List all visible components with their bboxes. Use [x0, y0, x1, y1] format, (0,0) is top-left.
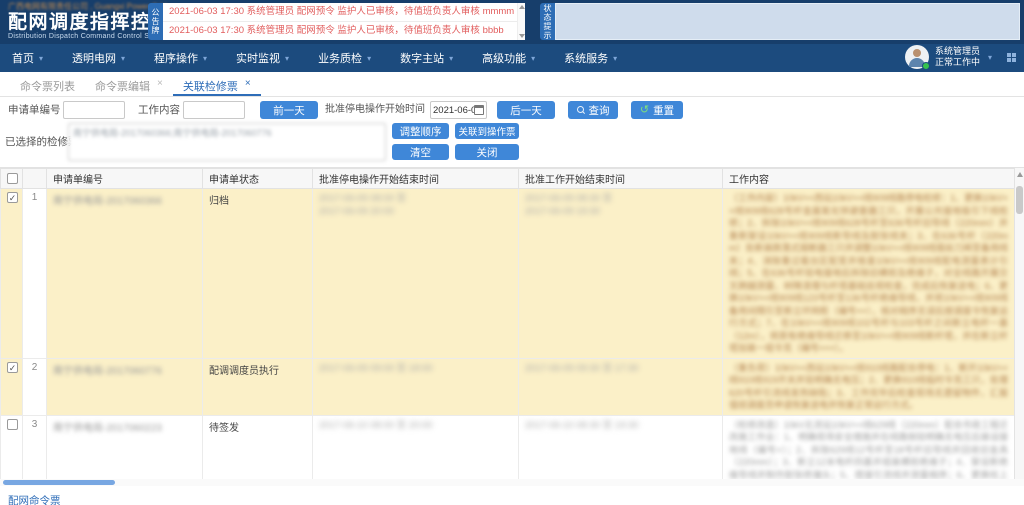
scrollbar-thumb[interactable]	[1016, 186, 1023, 214]
select-all-checkbox[interactable]	[7, 173, 18, 184]
app-header: 广西电网有限责任公司 , Guangxi Power Grid 配网调度指挥控制…	[0, 0, 1024, 44]
footer: 配网命令票	[0, 486, 1024, 505]
row-checkbox[interactable]	[7, 419, 18, 430]
chevron-down-icon: ▾	[367, 54, 371, 63]
filter-panel: 申请单编号 工作内容 前一天 批准停电操作开始时间 后一天 查询 ↺ 重置 已选…	[0, 97, 1024, 167]
ticket-no-input[interactable]	[63, 101, 125, 119]
work-time: 2017-06-09 08:30 至 2017-06-09 19:30	[525, 193, 612, 217]
scrollbar-thumb[interactable]	[3, 480, 115, 485]
prev-day-button[interactable]: 前一天	[260, 101, 318, 119]
close-icon[interactable]: ×	[245, 78, 251, 94]
work-time: 2017-06-10 08:30 至 19:30	[525, 420, 639, 431]
chevron-down-icon: ▾	[121, 54, 125, 63]
close-button[interactable]: 关闭	[455, 144, 519, 160]
search-icon	[577, 106, 585, 114]
row-checkbox[interactable]	[7, 192, 18, 203]
table-row[interactable]: 2 南宁供电局-2017060776 配调调度员执行 2017-06-09 09…	[1, 358, 1015, 415]
calendar-icon[interactable]	[474, 105, 484, 115]
nav-item-advanced[interactable]: 高级功能▾	[482, 50, 535, 66]
date-input-wrap	[430, 101, 487, 119]
announcement-board: 2021-06-03 17:30 系统管理员 配网预令 监护人已审核，待值班负责…	[163, 3, 525, 40]
table-header-row: 申请单编号 申请单状态 批准停电操作开始结束时间 批准工作开始结束时间 工作内容	[1, 169, 1015, 189]
avatar	[905, 45, 929, 69]
chevron-down-icon: ▾	[531, 54, 535, 63]
col-ticket-status: 申请单状态	[203, 169, 313, 189]
scroll-up-icon[interactable]	[1017, 172, 1023, 177]
reset-icon: ↺	[640, 105, 649, 115]
work-content-input[interactable]	[183, 101, 245, 119]
announcement-item[interactable]: 2021-06-03 17:30 系统管理员 配网预令 监护人已审核，待值班负责…	[163, 21, 525, 39]
stop-time: 2017-06-09 09:00 至 18:00	[319, 363, 433, 374]
work-content: （重负荷）10kV××西站10kV××线910线路配合停电：1、断开10kV××…	[729, 362, 1008, 412]
work-content: （工作内容）10kV××西站10kV××线909线路停电检修：1、更换10kV×…	[729, 192, 1008, 355]
chevron-down-icon[interactable]: ▾	[988, 53, 992, 62]
date-input[interactable]	[433, 105, 474, 116]
chevron-down-icon: ▾	[613, 54, 617, 63]
ticket-status: 归档	[203, 189, 313, 359]
table-horizontal-scrollbar[interactable]	[0, 479, 1024, 486]
stop-time: 2017-06-10 08:00 至 20:00	[319, 420, 433, 431]
app-grid-icon[interactable]	[1007, 53, 1016, 62]
query-button[interactable]: 查询	[568, 101, 618, 119]
date-filter-label: 批准停电操作开始时间	[325, 101, 425, 119]
user-status: 正常工作中	[935, 57, 980, 68]
ticket-number: 南宁供电局-2017060223	[53, 423, 162, 434]
chevron-down-icon: ▾	[449, 54, 453, 63]
nav-item-digital-station[interactable]: 数字主站▾	[400, 50, 453, 66]
scroll-down-icon[interactable]	[519, 34, 525, 38]
online-status-dot	[922, 62, 930, 70]
work-time: 2017-06-09 09:30 至 17:30	[525, 363, 639, 374]
ticket-number: 南宁供电局-2017060776	[53, 366, 162, 377]
announcement-scrollbar[interactable]	[517, 3, 525, 40]
chevron-down-icon: ▾	[285, 54, 289, 63]
next-day-button[interactable]: 后一天	[497, 101, 555, 119]
nav-item-transparent-grid[interactable]: 透明电网▾	[72, 50, 125, 66]
work-content-label: 工作内容	[138, 101, 180, 119]
user-menu[interactable]: 系统管理员 正常工作中 ▾	[905, 45, 996, 69]
status-tips-panel	[555, 3, 1020, 40]
adjust-order-button[interactable]: 调整顺序	[392, 123, 449, 139]
maintenance-ticket-table: 申请单编号 申请单状态 批准停电操作开始结束时间 批准工作开始结束时间 工作内容…	[0, 167, 1024, 479]
ticket-status: 配调调度员执行	[203, 358, 313, 415]
col-ticket-no: 申请单编号	[47, 169, 203, 189]
chevron-down-icon: ▾	[203, 54, 207, 63]
ticket-number: 南宁供电局-2017060366	[53, 196, 162, 207]
ticket-status: 待签发	[203, 415, 313, 479]
nav-item-realtime-monitor[interactable]: 实时监视▾	[236, 50, 289, 66]
ticket-no-label: 申请单编号	[8, 101, 61, 119]
tab-command-ticket-edit[interactable]: 命令票编辑 ×	[85, 72, 173, 96]
selected-tickets-textarea[interactable]: 南宁供电局-2017060366;南宁供电局-2017060776	[68, 123, 386, 161]
nav-item-program-ops[interactable]: 程序操作▾	[154, 50, 207, 66]
tab-linked-maintenance-ticket[interactable]: 关联检修票 ×	[173, 72, 261, 96]
main-navbar: 首页▾ 透明电网▾ 程序操作▾ 实时监视▾ 业务质检▾ 数字主站▾ 高级功能▾ …	[0, 44, 1024, 72]
workspace-tabbar: 命令票列表 命令票编辑 × 关联检修票 ×	[0, 72, 1024, 97]
status-tips-tab[interactable]: 状态提示	[540, 3, 555, 40]
scroll-up-icon[interactable]	[519, 5, 525, 9]
col-work-content: 工作内容	[723, 169, 1015, 189]
reset-button[interactable]: ↺ 重置	[631, 101, 683, 119]
announcement-board-tab[interactable]: 公告牌	[148, 3, 163, 40]
clear-button[interactable]: 清空	[392, 144, 449, 160]
footer-link-command-ticket[interactable]: 配网命令票	[8, 495, 61, 505]
close-icon[interactable]: ×	[157, 78, 163, 96]
nav-item-system-service[interactable]: 系统服务▾	[564, 50, 617, 66]
link-to-operation-ticket-button[interactable]: 关联到操作票	[455, 123, 519, 139]
chevron-down-icon: ▾	[39, 54, 43, 63]
stop-time: 2017-06-09 08:00 至 2017-06-09 20:00	[319, 193, 406, 217]
nav-item-business-qc[interactable]: 业务质检▾	[318, 50, 371, 66]
user-name: 系统管理员	[935, 46, 980, 57]
nav-item-home[interactable]: 首页▾	[12, 50, 43, 66]
col-stop-time: 批准停电操作开始结束时间	[313, 169, 519, 189]
announcement-item[interactable]: 2021-06-03 17:30 系统管理员 配网预令 监护人已审核，待值班负责…	[163, 3, 525, 21]
col-work-time: 批准工作开始结束时间	[519, 169, 723, 189]
table-row[interactable]: 3 南宁供电局-2017060223 待签发 2017-06-10 08:00 …	[1, 415, 1015, 479]
row-checkbox[interactable]	[7, 362, 18, 373]
work-content: （检修改造）10kV北流站10kV××线629线（220mm）配合市政工程迁改施…	[729, 419, 1008, 480]
table-vertical-scrollbar[interactable]	[1014, 168, 1024, 479]
table-row[interactable]: 1 南宁供电局-2017060366 归档 2017-06-09 08:00 至…	[1, 189, 1015, 359]
col-index	[23, 169, 47, 189]
tab-command-ticket-list[interactable]: 命令票列表	[10, 72, 85, 96]
